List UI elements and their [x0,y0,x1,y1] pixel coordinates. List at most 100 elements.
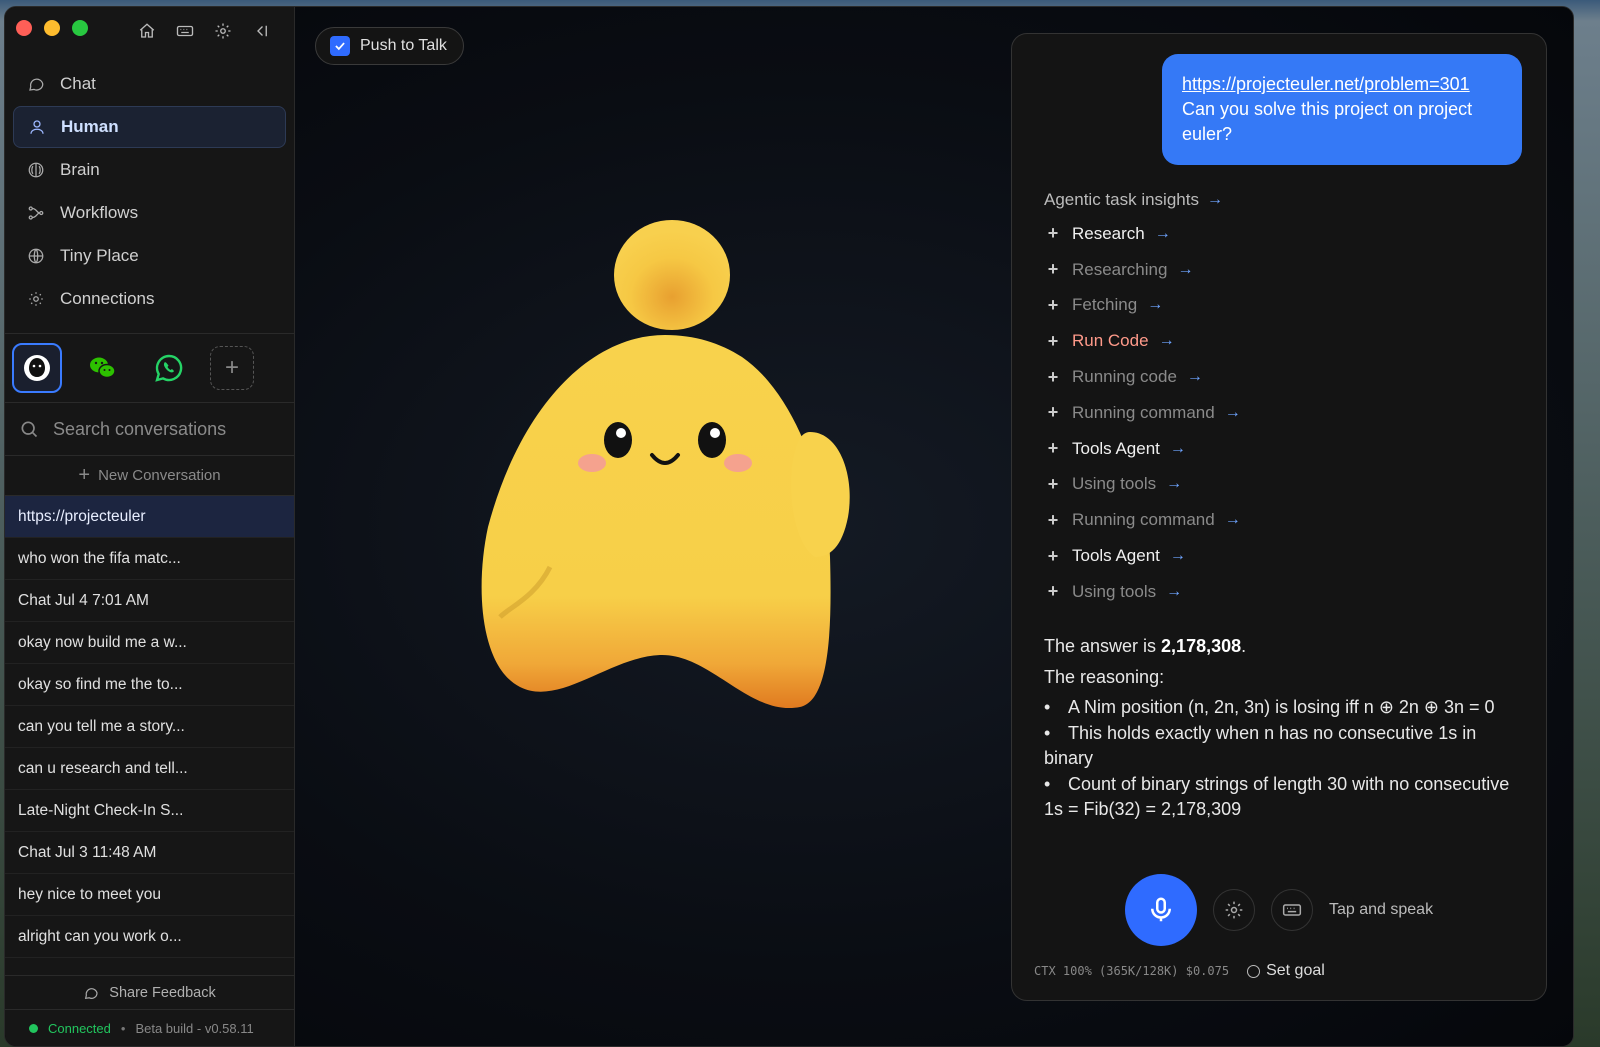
build-version: Beta build - v0.58.11 [135,1020,254,1036]
maximize-window-button[interactable] [72,20,88,36]
insight-item[interactable]: + Running command → [1044,502,1524,538]
gear-icon[interactable] [213,21,233,41]
collapse-sidebar-icon[interactable] [251,21,271,41]
wechat-channel-button[interactable] [78,343,128,393]
sparkle-icon: + [1047,366,1059,387]
context-usage: CTX 100% (365K/128K) $0.075 [1034,964,1230,978]
conversation-item[interactable]: okay so find me the to... [5,664,294,706]
sidebar-item-connections[interactable]: Connections [13,278,286,320]
insight-item[interactable]: + Researching → [1044,252,1524,288]
sidebar-item-human[interactable]: Human [13,106,286,148]
connection-status: Connected [48,1020,111,1036]
minimize-window-button[interactable] [44,20,60,36]
push-to-talk-label: Push to Talk [360,37,447,54]
insight-label: Using tools [1072,474,1157,494]
insights-title: Agentic task insights [1044,190,1199,209]
sidebar-item-label: Workflows [60,203,139,222]
arrow-right-icon: → [1169,439,1186,457]
conversation-item[interactable]: Late-Night Check-In S... [5,790,294,832]
sparkle-icon: + [1047,581,1059,602]
insights-header[interactable]: Agentic task insights → [1044,184,1524,216]
insight-item[interactable]: + Running command → [1044,395,1524,431]
insight-label: Tools Agent [1072,546,1160,566]
insight-label: Run Code [1072,331,1149,351]
sidebar-item-label: Connections [60,289,155,308]
sidebar-item-brain[interactable]: Brain [13,149,286,191]
search-input[interactable] [53,418,273,440]
brain-icon [28,162,44,178]
sparkle-icon: + [1047,223,1059,244]
status-bar: Connected • Beta build - v0.58.11 [5,1009,294,1046]
arrow-right-icon: → [1224,403,1241,421]
insight-item[interactable]: + Using tools → [1044,574,1524,610]
insight-label: Researching [1072,259,1168,279]
agentic-insights: Agentic task insights → + Research → + Resea… [1044,184,1524,610]
arrow-right-icon: → [1166,582,1183,600]
close-window-button[interactable] [16,20,32,36]
insight-item[interactable]: + Tools Agent → [1044,538,1524,574]
insight-item[interactable]: + Using tools → [1044,467,1524,503]
answer-value: 2,178,308 [1161,636,1242,656]
set-goal-button[interactable]: Set goal [1247,962,1325,980]
plus-icon: + [78,464,91,486]
keyboard-icon[interactable] [175,21,195,41]
conversation-item[interactable]: hey nice to meet you [5,874,294,916]
arrow-right-icon: → [1224,511,1241,529]
conversation-item[interactable]: can u research and tell... [5,748,294,790]
add-channel-button[interactable]: + [210,346,254,390]
sparkle-icon: + [1047,473,1059,494]
sparkle-icon: + [1047,438,1059,459]
insight-item[interactable]: + Fetching → [1044,288,1524,324]
app-channel-button[interactable] [12,343,62,393]
wechat-icon [90,357,116,379]
conversation-item[interactable]: Chat Jul 4 7:01 AM [5,580,294,622]
reasoning-bullet: • This holds exactly when n has no consec… [1044,722,1477,769]
share-feedback-label: Share Feedback [109,984,216,1001]
conversation-item[interactable]: alright can you work o... [5,916,294,958]
sidebar-nav: Chat Human Brain Workflows Tiny Place Co… [5,59,294,325]
sidebar-item-label: Human [61,117,119,136]
conversation-item[interactable]: okay now build me a w... [5,622,294,664]
checkbox-checked-icon[interactable] [330,36,350,56]
feedback-icon [85,987,98,999]
sparkle-icon: + [1047,509,1059,530]
sparkle-icon: + [1047,259,1059,280]
sidebar-item-chat[interactable]: Chat [13,63,286,105]
sparkle-icon: + [1047,330,1059,351]
home-icon[interactable] [137,21,157,41]
insight-item[interactable]: + Running code → [1044,359,1524,395]
arrow-right-icon: → [1166,475,1183,493]
mascot-character [481,220,850,709]
keyboard-input-button[interactable] [1271,889,1313,931]
conversation-item[interactable]: Chat Jul 3 11:48 AM [5,832,294,874]
insight-label: Tools Agent [1072,438,1160,458]
insight-label: Research [1072,223,1145,243]
message-link[interactable]: https://projecteuler.net/problem=301 [1182,72,1502,97]
share-feedback-button[interactable]: Share Feedback [5,975,294,1009]
sidebar-item-label: Chat [60,74,96,93]
insight-label: Fetching [1072,295,1138,315]
insight-item[interactable]: + Tools Agent → [1044,431,1524,467]
whatsapp-channel-button[interactable] [144,343,194,393]
conversation-item[interactable]: who won the fifa matc... [5,538,294,580]
sidebar-item-workflows[interactable]: Workflows [13,192,286,234]
reasoning-bullet: • A Nim position (n, 2n, 3n) is losing if… [1044,697,1495,717]
push-to-talk-toggle[interactable]: Push to Talk [315,27,464,65]
gear-icon [1225,901,1243,919]
panel-footer: CTX 100% (365K/128K) $0.075 Set goal [1034,962,1325,980]
app-logo-icon [24,355,50,381]
assistant-answer: The answer is 2,178,308. The reasoning: … [1044,634,1520,823]
insight-item[interactable]: + Research → [1044,216,1524,252]
voice-settings-button[interactable] [1213,889,1255,931]
sidebar-item-label: Tiny Place [60,246,139,265]
new-conversation-button[interactable]: + New Conversation [5,455,294,495]
arrow-right-icon: → [1177,260,1194,278]
conversation-item[interactable]: https://projecteuler [5,496,294,538]
chat-bubble-icon [29,78,44,91]
conversation-item[interactable]: can you tell me a story... [5,706,294,748]
sidebar-item-tiny-place[interactable]: Tiny Place [13,235,286,277]
microphone-button[interactable] [1125,874,1197,946]
insight-item[interactable]: + Run Code → [1044,323,1524,359]
search-bar [5,403,294,455]
sidebar: Chat Human Brain Workflows Tiny Place Co… [5,7,295,1046]
